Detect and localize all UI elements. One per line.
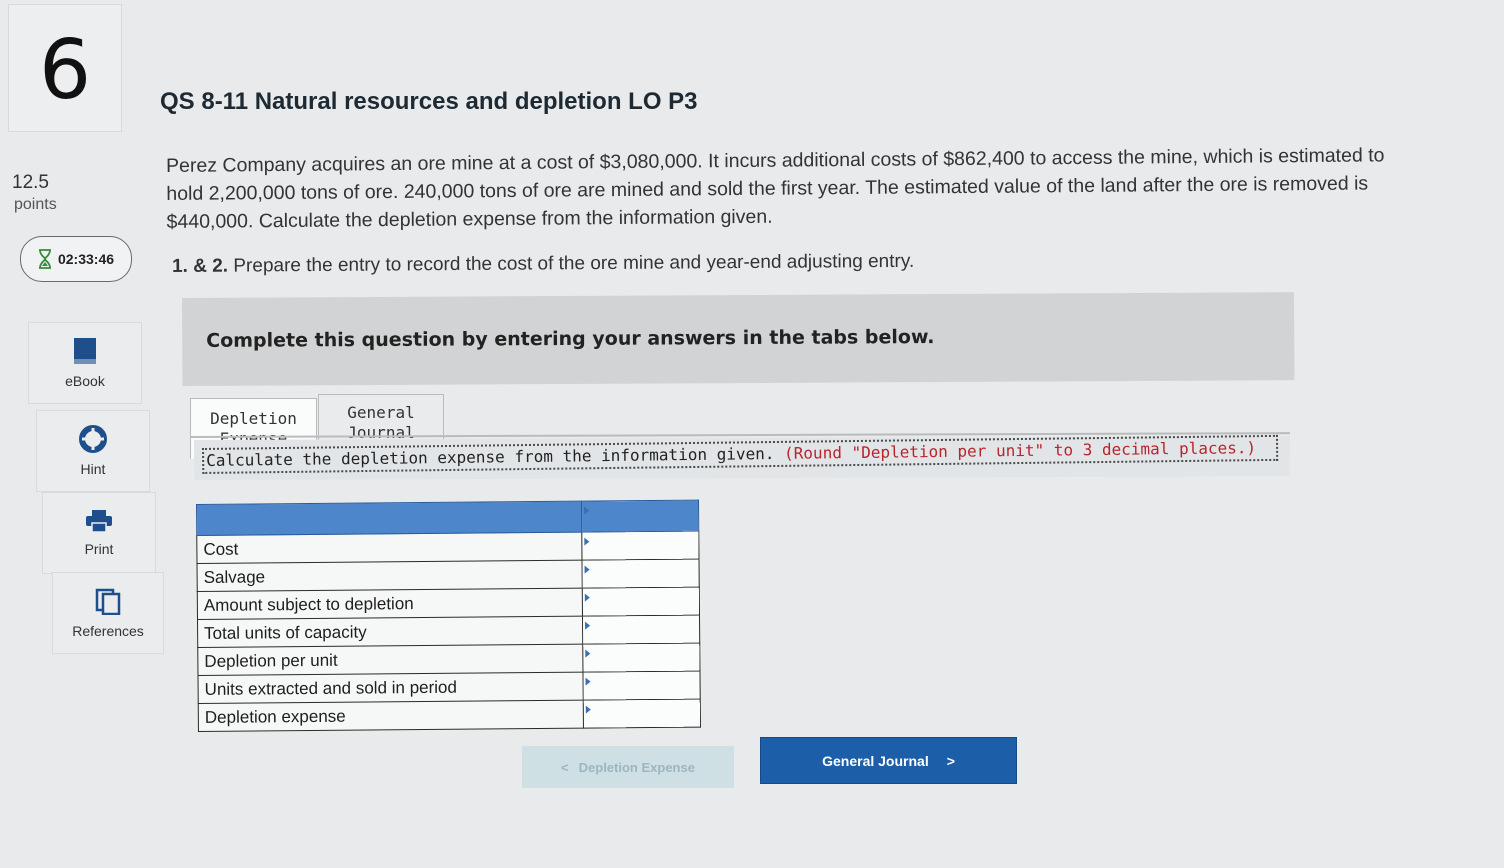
lifebuoy-icon [79, 425, 107, 453]
points-label: points [14, 196, 57, 213]
instructions-banner: Complete this question by entering your … [182, 292, 1295, 386]
depletion-per-unit-input[interactable] [583, 643, 700, 672]
row-label-cost: Cost [196, 532, 583, 564]
sub-question-number: 1. & 2. [172, 255, 229, 277]
depletion-expense-input[interactable] [583, 699, 700, 728]
table-row: Salvage [197, 559, 700, 592]
timer[interactable]: 02:33:46 [20, 236, 132, 282]
sub-question: 1. & 2. Prepare the entry to record the … [172, 251, 914, 278]
total-units-input[interactable] [582, 615, 700, 644]
question-prompt: Perez Company acquires an ore mine at a … [166, 144, 1385, 233]
depletion-table: Cost Salvage Amount subject to depletion… [196, 500, 701, 732]
chevron-left-icon: < [561, 759, 569, 775]
table-row: Amount subject to depletion [197, 587, 700, 620]
chevron-right-icon: > [946, 752, 955, 769]
instruction-main: Calculate the depletion expense from the… [206, 444, 775, 470]
table-row: Depletion per unit [197, 643, 700, 676]
row-label-salvage: Salvage [197, 560, 583, 592]
sub-question-text: Prepare the entry to record the cost of … [233, 250, 915, 277]
tab-label-line1: Depletion [210, 409, 297, 428]
salvage-input[interactable] [582, 559, 699, 588]
ebook-label: eBook [65, 373, 105, 389]
question-title: QS 8-11 Natural resources and depletion … [160, 88, 698, 115]
documents-icon [95, 588, 121, 615]
book-icon [74, 338, 96, 364]
row-label-depletion-per-unit: Depletion per unit [197, 644, 583, 676]
table-row: Total units of capacity [197, 615, 700, 648]
print-button[interactable]: Print [42, 492, 156, 574]
references-label: References [72, 623, 144, 639]
tab-label-line1: General [347, 403, 415, 422]
banner-text: Complete this question by entering your … [206, 326, 935, 352]
table-row: Units extracted and sold in period [197, 671, 701, 704]
print-label: Print [84, 541, 114, 557]
row-label-total-units: Total units of capacity [197, 616, 583, 648]
hint-button[interactable]: Hint [36, 410, 150, 492]
prev-tab-label: Depletion Expense [578, 759, 695, 775]
row-label-units-extracted: Units extracted and sold in period [197, 672, 584, 704]
row-label-depletion-expense: Depletion expense [198, 700, 584, 732]
table-row: Depletion expense [198, 699, 701, 732]
timer-value: 02:33:46 [57, 251, 115, 267]
next-tab-label: General Journal [822, 752, 929, 769]
row-label-amount-subject: Amount subject to depletion [197, 588, 583, 620]
table-row: Cost [196, 531, 700, 564]
ebook-button[interactable]: eBook [28, 322, 142, 404]
printer-icon [86, 510, 112, 533]
question-number: 6 [39, 23, 92, 118]
references-button[interactable]: References [52, 572, 164, 654]
cost-input[interactable] [582, 531, 699, 560]
table-header-row [196, 500, 699, 536]
prev-tab-button[interactable]: < Depletion Expense [522, 746, 734, 788]
rounding-note: (Round "Depletion per unit" to 3 decimal… [783, 438, 1257, 463]
amount-subject-input[interactable] [582, 587, 699, 616]
hourglass-icon [38, 249, 51, 269]
hint-label: Hint [80, 461, 106, 477]
question-number-box: 6 [8, 4, 122, 132]
points-value: 12.5 [12, 172, 49, 193]
units-extracted-input[interactable] [583, 671, 700, 700]
next-tab-button[interactable]: General Journal > [760, 737, 1017, 784]
